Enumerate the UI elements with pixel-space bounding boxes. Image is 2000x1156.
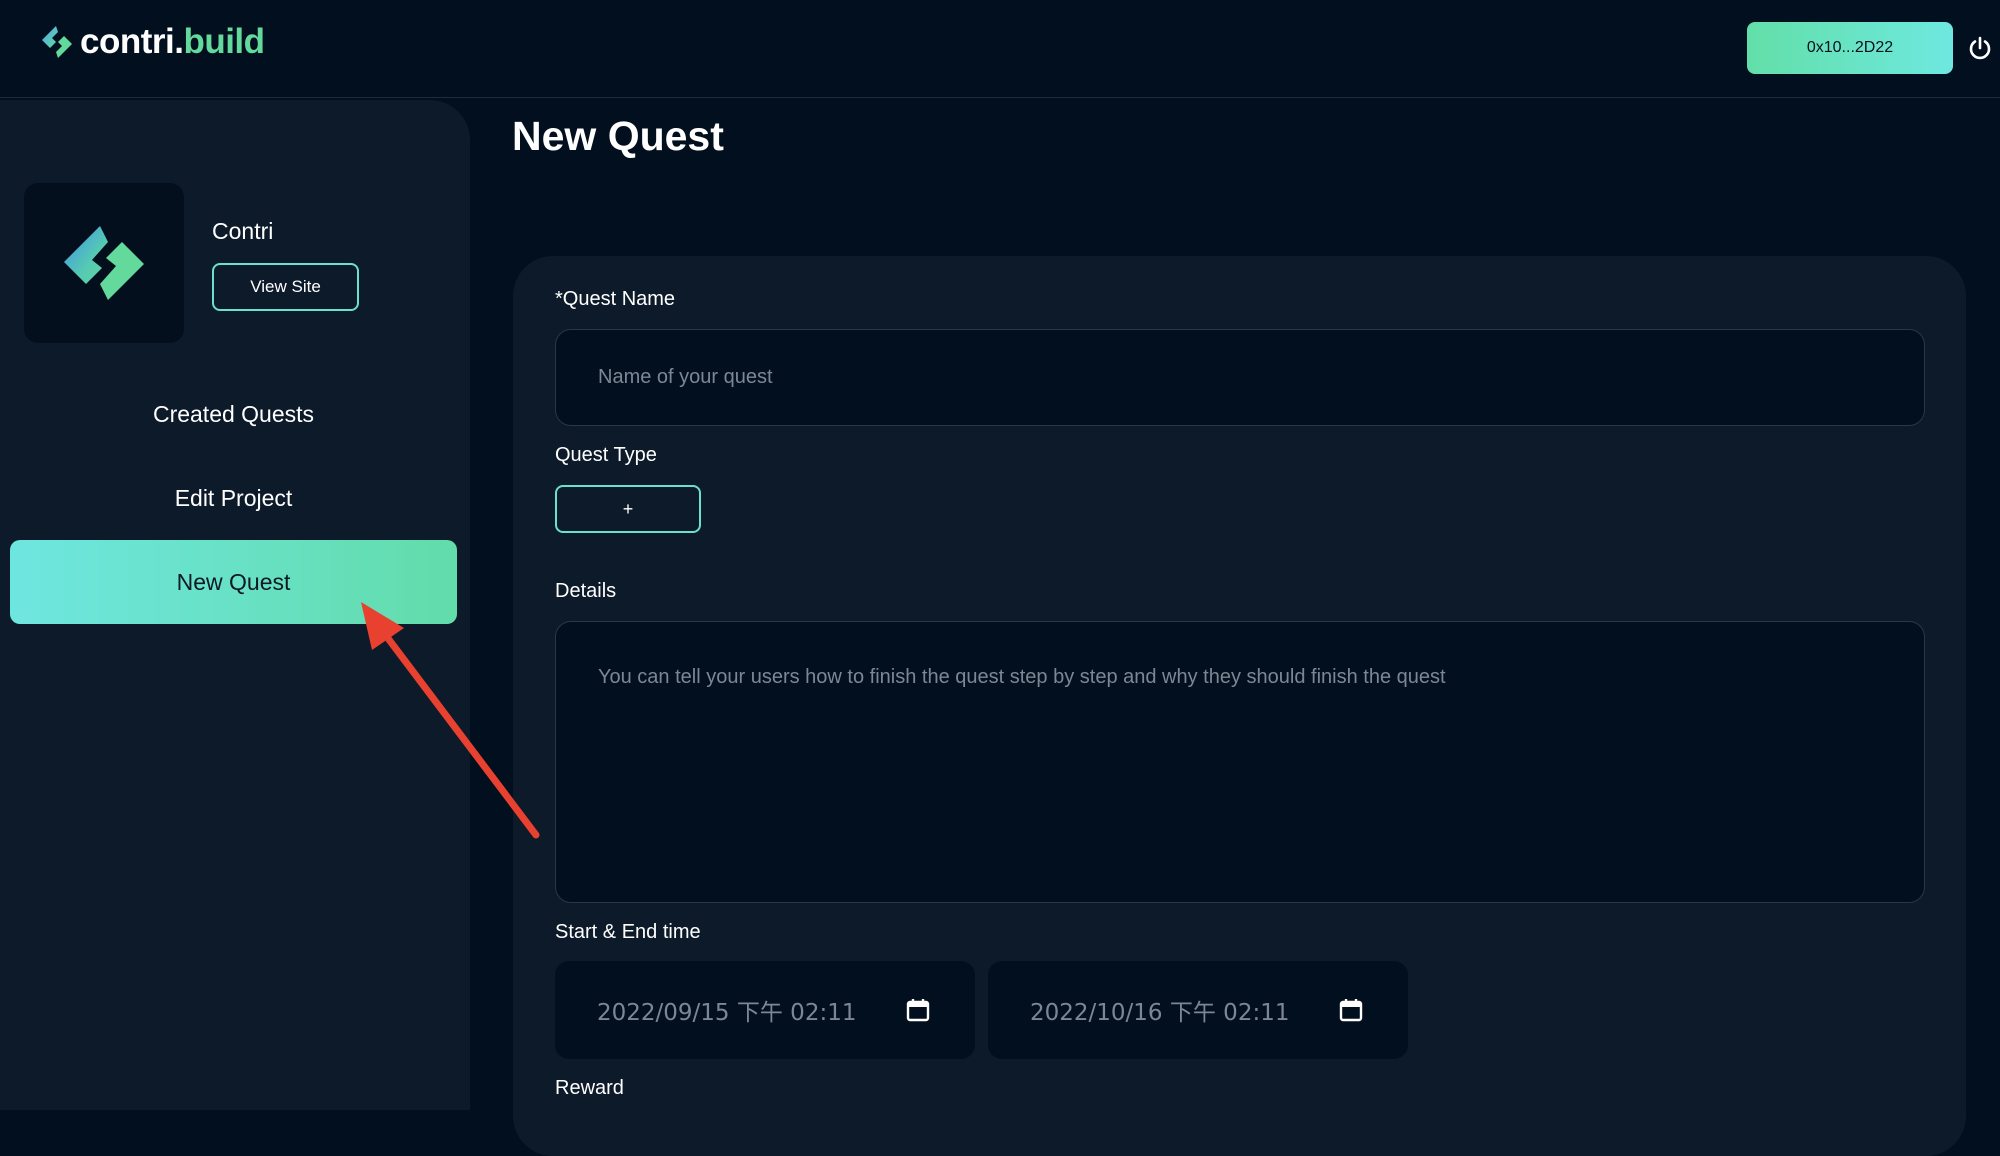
start-end-time-label: Start & End time (555, 921, 701, 943)
reward-label: Reward (555, 1077, 624, 1099)
end-time-input[interactable]: 2022/10/16 下午 02:11 (988, 961, 1408, 1059)
sidebar-item-created-quests[interactable]: Created Quests (10, 372, 457, 456)
project-logo (24, 183, 184, 343)
sidebar-item-new-quest[interactable]: New Quest (10, 540, 457, 624)
contri-project-icon (64, 226, 144, 300)
sidebar-item-edit-project[interactable]: Edit Project (10, 456, 457, 540)
power-icon[interactable] (1966, 34, 1994, 62)
add-quest-type-button[interactable]: + (555, 485, 701, 533)
brand-logo[interactable]: contri.build (36, 22, 265, 62)
contri-logo-icon (42, 26, 72, 58)
quest-name-label: *Quest Name (555, 288, 676, 310)
top-bar: contri.build 0x10...2D22 (0, 0, 2000, 98)
quest-name-input[interactable]: Name of your quest (555, 329, 1925, 426)
sidebar-item-label: New Quest (176, 568, 291, 595)
view-site-button[interactable]: View Site (212, 263, 359, 311)
wallet-address-button[interactable]: 0x10...2D22 (1747, 22, 1953, 74)
details-label: Details (555, 580, 617, 602)
sidebar-item-label: Created Quests (152, 400, 315, 427)
quest-type-label: Quest Type (555, 444, 657, 466)
calendar-icon[interactable] (905, 997, 931, 1023)
end-time-value: 2022/10/16 下午 02:11 (1030, 1000, 1290, 1026)
sidebar-item-label: Edit Project (174, 484, 293, 511)
details-textarea[interactable]: You can tell your users how to finish th… (555, 621, 1925, 903)
page-title: New Quest (512, 113, 724, 159)
brand-name: contri.build (80, 22, 265, 61)
project-name: Contri (212, 218, 274, 244)
calendar-icon[interactable] (1338, 997, 1364, 1023)
sidebar: Contri View Site Created Quests Edit Pro… (0, 100, 470, 1110)
start-time-value: 2022/09/15 下午 02:11 (597, 1000, 857, 1026)
start-time-input[interactable]: 2022/09/15 下午 02:11 (555, 961, 975, 1059)
